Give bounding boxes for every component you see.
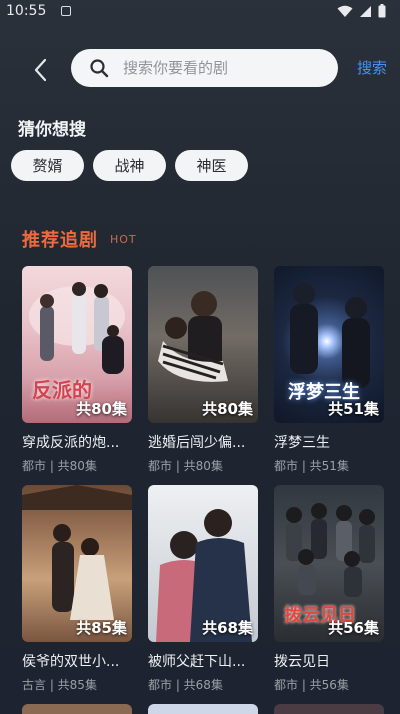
drama-meta: 都市 | 共80集 bbox=[148, 459, 223, 473]
search-input[interactable] bbox=[121, 58, 325, 78]
drama-card[interactable]: 共68集 被师父赶下山... 都市 | 共68集 bbox=[148, 485, 258, 693]
search-icon bbox=[90, 59, 109, 78]
drama-card[interactable]: 共85集 侯爷的双世小... 古言 | 共85集 bbox=[22, 485, 132, 693]
status-icons bbox=[337, 4, 386, 18]
notification-icon bbox=[61, 6, 71, 16]
signal-icon bbox=[360, 5, 371, 17]
drama-title[interactable]: 逃婚后闯少偏... bbox=[148, 432, 258, 452]
drama-title[interactable]: 浮梦三生 bbox=[274, 432, 384, 452]
drama-meta: 都市 | 共68集 bbox=[148, 678, 223, 692]
chip-shenyi[interactable]: 神医 bbox=[175, 150, 248, 181]
drama-title[interactable]: 侯爷的双世小... bbox=[22, 651, 132, 671]
wifi-icon bbox=[337, 5, 353, 17]
drama-card[interactable]: 浮梦三生 共51集 浮梦三生 都市 | 共51集 bbox=[274, 266, 384, 474]
drama-poster[interactable]: 共68集 bbox=[148, 485, 258, 642]
drama-poster[interactable]: 浮梦三生 共51集 bbox=[274, 266, 384, 423]
drama-card[interactable]: 拨云见日 共56集 拨云见日 都市 | 共56集 bbox=[274, 485, 384, 693]
drama-title[interactable]: 被师父赶下山... bbox=[148, 651, 258, 671]
episode-count-badge: 共56集 bbox=[328, 619, 379, 637]
chip-zhuixu[interactable]: 赘婿 bbox=[11, 150, 84, 181]
drama-poster[interactable]: 共85集 bbox=[22, 485, 132, 642]
episode-count-badge: 共68集 bbox=[202, 619, 253, 637]
episode-count-badge: 共80集 bbox=[202, 400, 253, 418]
drama-meta: 都市 | 共51集 bbox=[274, 459, 349, 473]
battery-icon bbox=[378, 4, 386, 18]
back-button[interactable] bbox=[24, 54, 56, 86]
chevron-left-icon bbox=[34, 58, 47, 82]
hot-badge: HOT bbox=[110, 233, 137, 246]
drama-meta: 古言 | 共85集 bbox=[22, 678, 97, 692]
guess-section-title: 猜你想搜 bbox=[18, 120, 86, 140]
drama-poster-peek[interactable] bbox=[274, 704, 384, 714]
drama-poster-peek[interactable] bbox=[148, 704, 258, 714]
status-time: 10:55 bbox=[6, 3, 47, 19]
drama-poster[interactable]: 共80集 bbox=[148, 266, 258, 423]
drama-title[interactable]: 拨云见日 bbox=[274, 651, 384, 671]
episode-count-badge: 共85集 bbox=[76, 619, 127, 637]
search-box[interactable] bbox=[71, 49, 338, 87]
recommend-section-title: 推荐追剧 bbox=[22, 230, 98, 251]
drama-meta: 都市 | 共80集 bbox=[22, 459, 97, 473]
drama-card[interactable]: 共80集 逃婚后闯少偏... 都市 | 共80集 bbox=[148, 266, 258, 474]
drama-card[interactable]: 反派的 共80集 穿成反派的炮... 都市 | 共80集 bbox=[22, 266, 132, 474]
episode-count-badge: 共51集 bbox=[328, 400, 379, 418]
chip-zhanshen[interactable]: 战神 bbox=[93, 150, 166, 181]
drama-poster-peek[interactable] bbox=[22, 704, 132, 714]
suggestion-chips: 赘婿 战神 神医 bbox=[11, 150, 248, 181]
drama-poster[interactable]: 拨云见日 共56集 bbox=[274, 485, 384, 642]
drama-poster[interactable]: 反派的 共80集 bbox=[22, 266, 132, 423]
drama-meta: 都市 | 共56集 bbox=[274, 678, 349, 692]
episode-count-badge: 共80集 bbox=[76, 400, 127, 418]
search-button[interactable]: 搜索 bbox=[357, 57, 387, 78]
status-bar: 10:55 bbox=[0, 0, 400, 26]
drama-title[interactable]: 穿成反派的炮... bbox=[22, 432, 132, 452]
